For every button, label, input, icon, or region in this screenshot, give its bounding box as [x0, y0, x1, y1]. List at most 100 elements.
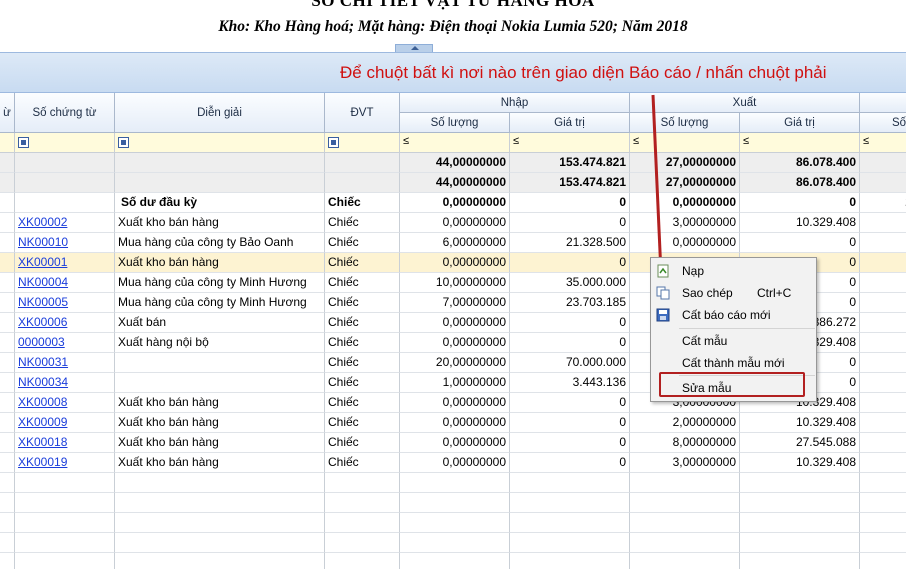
filter-operator[interactable]: ≤: [743, 135, 749, 147]
filter-cell[interactable]: ≤: [400, 133, 510, 153]
column-group-xuat: Xuất: [630, 93, 860, 113]
column-header-dvt[interactable]: ĐVT: [325, 93, 400, 133]
table-cell: 0,00000000: [400, 433, 510, 453]
table-cell: 0: [740, 233, 860, 253]
copy-icon: [656, 286, 670, 300]
table-cell: [0, 413, 15, 433]
table-cell: 3.443.136: [510, 373, 630, 393]
table-cell: 3: [860, 293, 906, 313]
column-header[interactable]: Số: [860, 113, 906, 133]
table-cell: 20,00000000: [400, 353, 510, 373]
table-cell: Xuất hàng nội bộ: [115, 333, 325, 353]
voucher-link[interactable]: NK00004: [15, 273, 115, 293]
filter-cell[interactable]: [15, 133, 115, 153]
column-header-nhap-gia-tri[interactable]: Giá trị: [510, 113, 630, 133]
total-row-cell: [115, 173, 325, 193]
voucher-link[interactable]: XK00002: [15, 213, 115, 233]
table-cell: 2,00000000: [630, 413, 740, 433]
filter-operator-icon[interactable]: [18, 137, 29, 148]
filter-cell[interactable]: ≤: [510, 133, 630, 153]
voucher-link[interactable]: [15, 193, 115, 213]
voucher-link[interactable]: 0000003: [15, 333, 115, 353]
total-row-cell: 153.474.821: [510, 153, 630, 173]
menu-item-cat-mau[interactable]: Cất mẫu: [651, 331, 816, 351]
empty-cell: [740, 533, 860, 553]
column-header[interactable]: ừ: [0, 93, 15, 133]
menu-item-sao-chep[interactable]: Sao chép Ctrl+C: [651, 283, 816, 303]
collapse-panel-handle[interactable]: [395, 44, 433, 52]
filter-cell[interactable]: [325, 133, 400, 153]
menu-label: Cất thành mẫu mới: [682, 356, 785, 370]
total-row-cell: 86.078.400: [740, 153, 860, 173]
empty-cell: [325, 533, 400, 553]
filter-cell[interactable]: ≤: [740, 133, 860, 153]
table-cell: 0: [510, 253, 630, 273]
filter-cell[interactable]: ≤: [630, 133, 740, 153]
table-cell: 3: [860, 313, 906, 333]
voucher-link[interactable]: XK00001: [15, 253, 115, 273]
column-header-xuat-gia-tri[interactable]: Giá trị: [740, 113, 860, 133]
menu-label: Cất báo cáo mới: [682, 308, 771, 322]
menu-item-cat-thanh-mau-moi[interactable]: Cất thành mẫu mới: [651, 353, 816, 373]
column-header-dien-giai[interactable]: Diễn giải: [115, 93, 325, 133]
table-cell: 8,00000000: [630, 433, 740, 453]
total-row-cell: 44,00000000: [400, 173, 510, 193]
voucher-link[interactable]: XK00018: [15, 433, 115, 453]
table-cell: 0,00000000: [400, 253, 510, 273]
table-cell: Chiếc: [325, 333, 400, 353]
filter-operator[interactable]: ≤: [863, 135, 869, 147]
voucher-link[interactable]: NK00005: [15, 293, 115, 313]
table-cell: 0: [510, 413, 630, 433]
voucher-link[interactable]: NK00031: [15, 353, 115, 373]
table-cell: Chiếc: [325, 393, 400, 413]
table-cell: 3: [860, 453, 906, 473]
voucher-link[interactable]: NK00034: [15, 373, 115, 393]
filter-operator[interactable]: ≤: [513, 135, 519, 147]
total-row-cell: [115, 153, 325, 173]
table-cell: [0, 273, 15, 293]
voucher-link[interactable]: XK00008: [15, 393, 115, 413]
column-header-xuat-so-luong[interactable]: Số lượng: [630, 113, 740, 133]
table-cell: [0, 373, 15, 393]
empty-cell: [400, 493, 510, 513]
table-cell: 1: [860, 213, 906, 233]
total-row-cell: 44,00000000: [400, 153, 510, 173]
filter-operator-icon[interactable]: [118, 137, 129, 148]
menu-label: Nạp: [682, 264, 705, 278]
instruction-annotation: Để chuột bất kì nơi nào trên giao diện B…: [340, 63, 827, 82]
table-cell: 0,00000000: [400, 393, 510, 413]
voucher-link[interactable]: XK00006: [15, 313, 115, 333]
voucher-link[interactable]: XK00019: [15, 453, 115, 473]
column-group: [860, 93, 906, 113]
table-cell: [115, 373, 325, 393]
empty-cell: [860, 473, 906, 493]
empty-cell: [740, 473, 860, 493]
filter-operator[interactable]: ≤: [403, 135, 409, 147]
empty-cell: [400, 553, 510, 569]
filter-cell[interactable]: ≤: [860, 133, 906, 153]
table-cell: [0, 453, 15, 473]
column-header-nhap-so-luong[interactable]: Số lượng: [400, 113, 510, 133]
filter-cell[interactable]: [0, 133, 15, 153]
filter-operator-icon[interactable]: [328, 137, 339, 148]
table-cell: Xuất kho bán hàng: [115, 413, 325, 433]
table-cell: [0, 433, 15, 453]
report-title: SỔ CHI TIẾT VẬT TƯ HÀNG HOÁ: [311, 0, 595, 10]
voucher-link[interactable]: XK00009: [15, 413, 115, 433]
table-cell: Chiếc: [325, 353, 400, 373]
voucher-link[interactable]: NK00010: [15, 233, 115, 253]
filter-operator[interactable]: ≤: [633, 135, 639, 147]
table-cell: 0,00000000: [400, 413, 510, 433]
table-cell: [0, 193, 15, 213]
total-row-cell: [15, 153, 115, 173]
table-cell: [0, 333, 15, 353]
table-cell: Xuất kho bán hàng: [115, 453, 325, 473]
total-row-cell: 27,00000000: [630, 153, 740, 173]
filter-cell[interactable]: [115, 133, 325, 153]
empty-cell: [400, 473, 510, 493]
menu-item-cat-bao-cao-moi[interactable]: Cất báo cáo mới: [651, 305, 816, 325]
menu-item-nap[interactable]: Nạp: [651, 261, 816, 281]
column-header-so-chung-tu[interactable]: Số chứng từ: [15, 93, 115, 133]
table-cell: 10.329.408: [740, 453, 860, 473]
empty-cell: [740, 553, 860, 569]
